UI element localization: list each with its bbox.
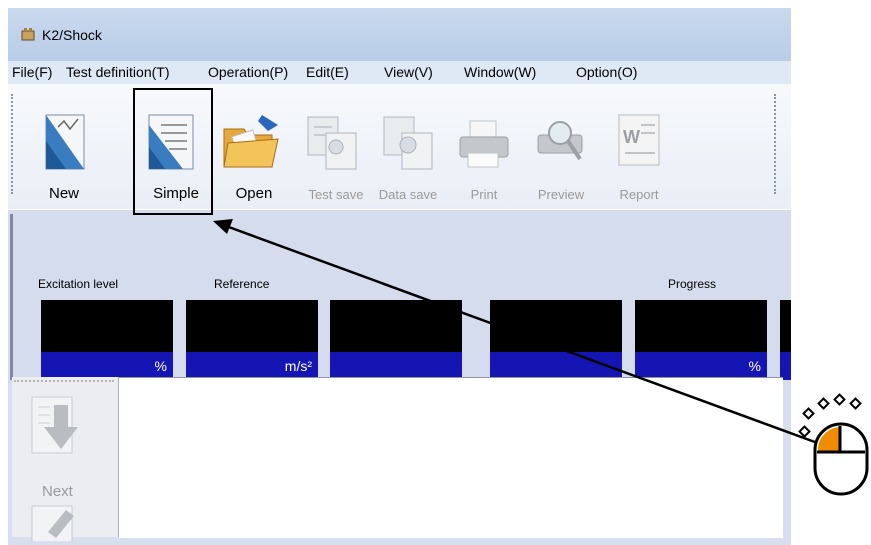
pointer-arrow-line xyxy=(225,224,824,447)
mouse-click-icon xyxy=(798,393,869,496)
annotation-overlay xyxy=(213,219,869,496)
pointer-arrow-head xyxy=(213,219,233,234)
